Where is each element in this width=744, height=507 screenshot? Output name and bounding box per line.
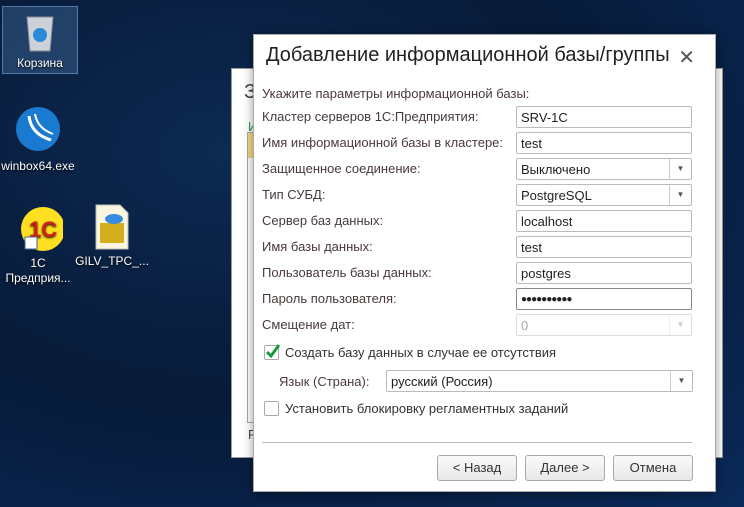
password-label: Пароль пользователя: xyxy=(262,291,397,306)
db-name-label: Имя базы данных: xyxy=(262,239,373,254)
chevron-down-icon: ▼ xyxy=(669,315,691,335)
check-icon xyxy=(265,344,280,359)
secure-connection-label: Защищенное соединение: xyxy=(262,161,421,176)
recycle-bin-icon xyxy=(26,16,54,52)
dialog-title: Добавление информационной базы/группы xyxy=(266,44,670,66)
language-select[interactable]: русский (Россия) ▼ xyxy=(386,370,693,392)
date-offset-value: 0 xyxy=(521,318,529,333)
dbms-type-select[interactable]: PostgreSQL ▼ xyxy=(516,184,692,206)
secure-connection-select[interactable]: Выключено ▼ xyxy=(516,158,692,180)
date-offset-select: 0 ▼ xyxy=(516,314,692,336)
db-user-input[interactable]: postgres xyxy=(516,262,692,284)
file-icon xyxy=(95,204,129,250)
infobase-name-input[interactable]: test xyxy=(516,132,692,154)
chevron-down-icon[interactable]: ▼ xyxy=(669,159,691,179)
db-server-input[interactable]: localhost xyxy=(516,210,692,232)
date-offset-label: Смещение дат: xyxy=(262,317,355,332)
prompt-label: Укажите параметры информационной базы: xyxy=(262,86,530,101)
lock-jobs-checkbox[interactable] xyxy=(264,401,279,416)
create-db-label[interactable]: Создать базу данных в случае ее отсутств… xyxy=(285,345,556,360)
close-icon[interactable]: ✕ xyxy=(678,45,695,70)
cluster-label: Кластер серверов 1С:Предприятия: xyxy=(262,109,479,124)
desktop-icon-gilv[interactable]: GILV_TPC_... xyxy=(74,203,150,269)
divider xyxy=(262,442,692,443)
cluster-input[interactable]: SRV-1C xyxy=(516,106,692,128)
db-server-label: Сервер баз данных: xyxy=(262,213,384,228)
desktop-icon-recycle-bin[interactable]: Корзина xyxy=(2,6,78,74)
back-button[interactable]: < Назад xyxy=(437,455,517,481)
desktop-icon-1c[interactable]: 1С 1С Предприя... xyxy=(0,205,76,286)
1c-icon: 1С xyxy=(21,207,65,251)
language-label: Язык (Страна): xyxy=(279,374,370,389)
desktop-icon-winbox[interactable]: winbox64.exe xyxy=(0,106,76,174)
chevron-down-icon[interactable]: ▼ xyxy=(670,371,692,391)
secure-connection-value: Выключено xyxy=(521,162,591,177)
infobase-name-label: Имя информационной базы в кластере: xyxy=(262,135,504,150)
lock-jobs-label[interactable]: Установить блокировку регламентных задан… xyxy=(285,401,568,416)
winbox-icon xyxy=(16,107,60,151)
language-value: русский (Россия) xyxy=(391,374,493,389)
cancel-button[interactable]: Отмена xyxy=(613,455,693,481)
next-button[interactable]: Далее > xyxy=(525,455,605,481)
dbms-type-value: PostgreSQL xyxy=(521,188,592,203)
add-infobase-dialog: Добавление информационной базы/группы ✕ … xyxy=(253,34,716,492)
password-input[interactable]: ●●●●●●●●●● xyxy=(516,288,692,310)
create-db-checkbox[interactable] xyxy=(264,344,280,360)
db-user-label: Пользователь базы данных: xyxy=(262,265,432,280)
dbms-type-label: Тип СУБД: xyxy=(262,187,326,202)
chevron-down-icon[interactable]: ▼ xyxy=(669,185,691,205)
db-name-input[interactable]: test xyxy=(516,236,692,258)
